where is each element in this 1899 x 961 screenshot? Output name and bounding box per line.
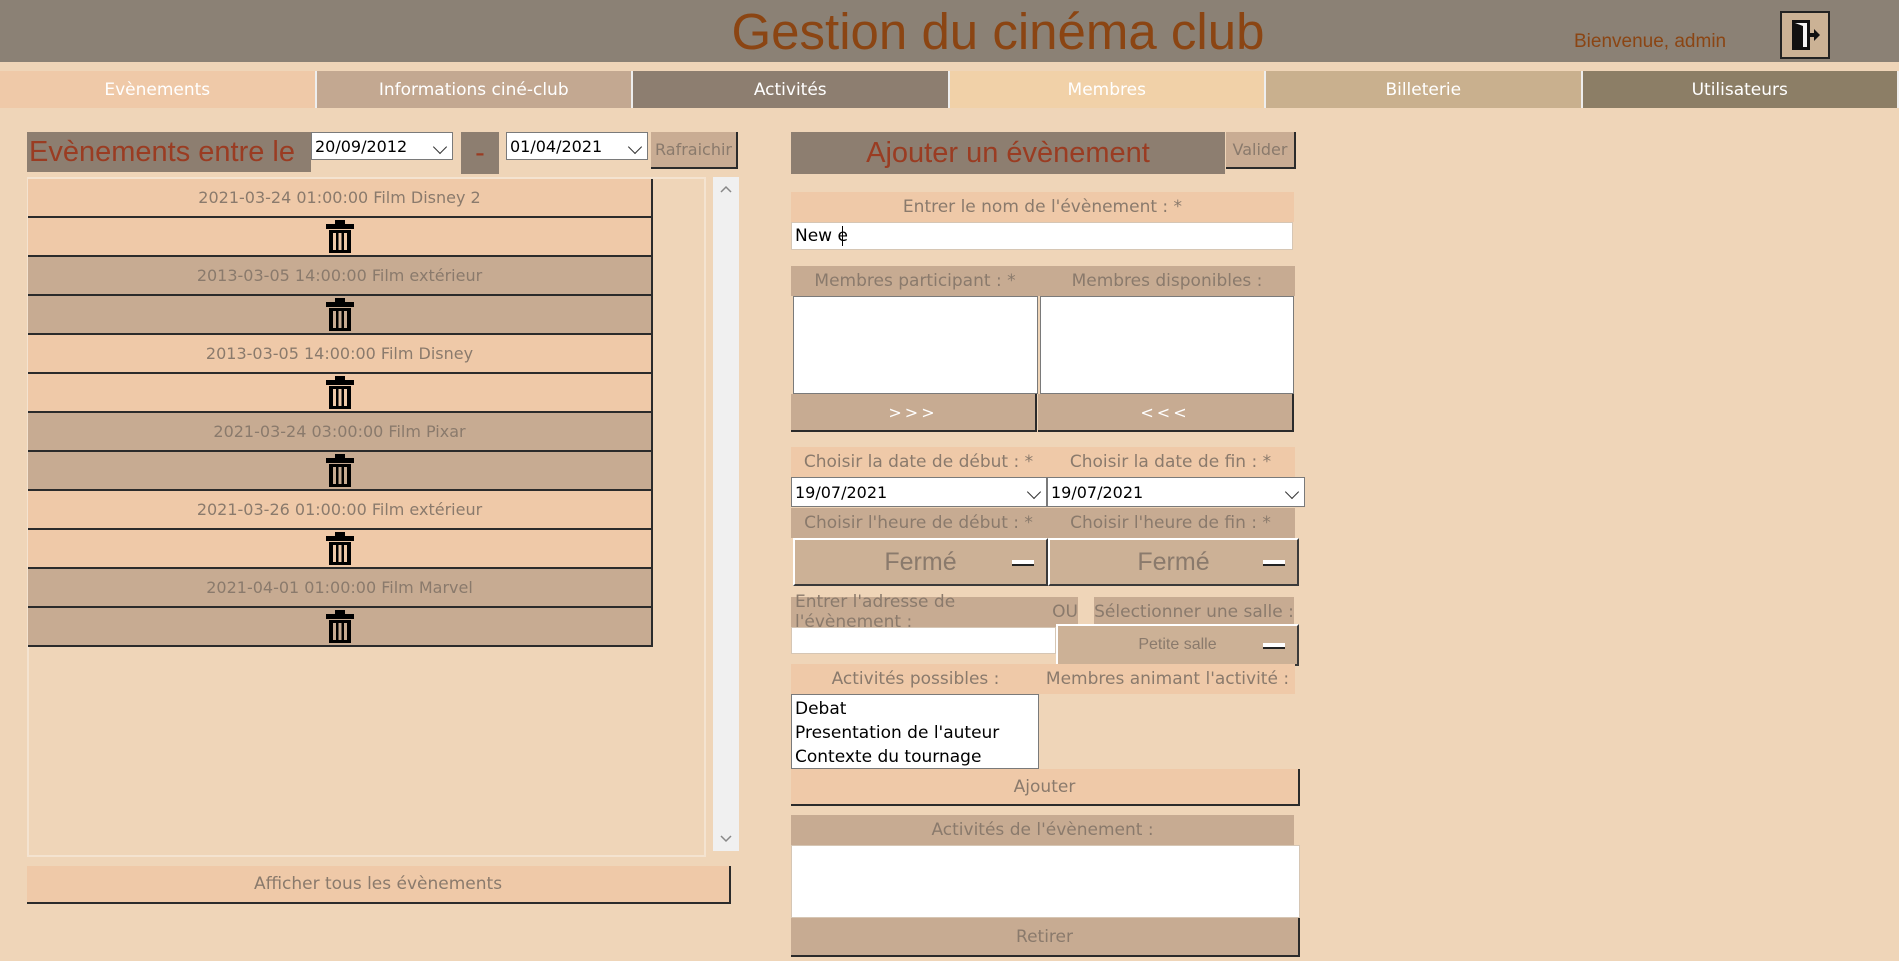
end-date-label: Choisir la date de fin : * <box>1046 447 1295 477</box>
delete-event-button[interactable] <box>28 374 653 413</box>
exit-door-icon <box>1792 20 1820 50</box>
events-scrollbar[interactable] <box>713 177 739 851</box>
events-panel-title: Evènements entre le <box>27 132 311 172</box>
add-activity-button[interactable]: Ajouter <box>791 769 1300 806</box>
event-name-input[interactable]: New e <box>791 222 1293 250</box>
trash-icon <box>325 376 354 409</box>
event-label: 2021-03-24 03:00:00 Film Pixar <box>213 422 466 441</box>
event-row[interactable]: 2013-03-05 14:00:00 Film extérieur <box>28 257 653 296</box>
trash-icon <box>325 220 354 253</box>
event-label: 2013-03-05 14:00:00 Film Disney <box>205 344 474 363</box>
tab-evenements[interactable]: Evènements <box>0 71 317 108</box>
refresh-button[interactable]: Rafraichir <box>651 132 738 169</box>
room-label: Sélectionner une salle : <box>1094 597 1294 627</box>
trash-icon <box>325 454 354 487</box>
end-time-label: Choisir l'heure de fin : * <box>1046 508 1295 538</box>
welcome-text: Bienvenue, admin <box>1574 31 1727 52</box>
event-row[interactable]: 2021-03-24 01:00:00 Film Disney 2 <box>28 179 653 218</box>
tab-activites[interactable]: Activités <box>633 71 950 108</box>
start-time-select[interactable]: Fermé <box>793 538 1048 586</box>
add-event-title: Ajouter un évènement <box>791 132 1225 174</box>
events-end-date[interactable]: 01/04/2021 <box>506 132 648 160</box>
delete-event-button[interactable] <box>28 608 653 647</box>
end-time-select[interactable]: Fermé <box>1048 538 1299 586</box>
event-row[interactable]: 2013-03-05 14:00:00 Film Disney <box>28 335 653 374</box>
members-participating-label: Membres participant : * <box>791 266 1039 296</box>
trash-icon <box>325 532 354 565</box>
validate-button[interactable]: Valider <box>1226 132 1296 169</box>
start-time-label: Choisir l'heure de début : * <box>791 508 1046 538</box>
room-value: Petite salle <box>1138 636 1217 653</box>
remove-activity-button[interactable]: Retirer <box>791 918 1300 957</box>
members-available-list[interactable] <box>1040 296 1294 394</box>
events-end-date-value: 01/04/2021 <box>510 136 603 156</box>
address-label-text: Entrer l'adresse de l'évènement : <box>795 592 956 632</box>
list-item[interactable]: Contexte du tournage <box>795 745 1038 769</box>
event-row[interactable]: 2021-03-26 01:00:00 Film extérieur <box>28 491 653 530</box>
address-label: Entrer l'adresse de l'évènement : OU <box>791 592 1078 632</box>
move-right-button[interactable]: >>> <box>791 394 1037 432</box>
scroll-up-icon[interactable] <box>720 185 732 193</box>
event-label: 2021-03-24 01:00:00 Film Disney 2 <box>198 188 481 207</box>
events-start-date[interactable]: 20/09/2012 <box>311 132 453 160</box>
event-label: 2013-03-05 14:00:00 Film extérieur <box>196 266 483 285</box>
date-separator: - <box>461 132 499 174</box>
activities-possible-list[interactable]: Debat Presentation de l'auteur Contexte … <box>791 694 1039 769</box>
activity-hosts-label: Membres animant l'activité : <box>1040 664 1295 694</box>
tab-billeterie[interactable]: Billeterie <box>1266 71 1583 108</box>
event-name-value: New e <box>795 226 848 246</box>
end-time-value: Fermé <box>1137 547 1210 576</box>
members-available-label: Membres disponibles : <box>1039 266 1295 296</box>
start-date-label: Choisir la date de début : * <box>791 447 1046 477</box>
dropdown-bar-icon <box>1263 560 1285 566</box>
end-date-picker[interactable]: 19/07/2021 <box>1047 477 1305 507</box>
room-select[interactable]: Petite salle <box>1056 624 1299 666</box>
event-activities-list[interactable] <box>791 845 1300 918</box>
trash-icon <box>325 298 354 331</box>
event-row[interactable]: 2021-03-24 03:00:00 Film Pixar <box>28 413 653 452</box>
trash-icon <box>325 610 354 643</box>
scroll-down-icon[interactable] <box>720 835 732 843</box>
event-name-label: Entrer le nom de l'évènement : * <box>791 192 1294 222</box>
dropdown-bar-icon <box>1012 560 1034 566</box>
list-item[interactable]: Debat <box>795 697 1038 721</box>
delete-event-button[interactable] <box>28 530 653 569</box>
list-item[interactable]: Presentation de l'auteur <box>795 721 1038 745</box>
delete-event-button[interactable] <box>28 296 653 335</box>
delete-event-button[interactable] <box>28 218 653 257</box>
or-label: OU <box>1052 602 1078 622</box>
move-left-button[interactable]: <<< <box>1038 394 1294 432</box>
start-date-picker[interactable]: 19/07/2021 <box>791 477 1047 507</box>
address-input[interactable] <box>791 627 1056 654</box>
event-activities-label: Activités de l'évènement : <box>791 815 1294 845</box>
tab-informations[interactable]: Informations ciné-club <box>316 71 633 108</box>
end-date-value: 19/07/2021 <box>1051 482 1144 502</box>
main-nav: Evènements Informations ciné-club Activi… <box>0 71 1899 108</box>
text-cursor <box>841 226 843 246</box>
delete-event-button[interactable] <box>28 452 653 491</box>
chevron-down-icon <box>1026 484 1042 500</box>
activities-possible-label: Activités possibles : <box>791 664 1040 694</box>
event-row[interactable]: 2021-04-01 01:00:00 Film Marvel <box>28 569 653 608</box>
show-all-events-button[interactable]: Afficher tous les évènements <box>27 866 731 904</box>
chevron-down-icon <box>1284 484 1300 500</box>
events-start-date-value: 20/09/2012 <box>315 136 408 156</box>
start-date-value: 19/07/2021 <box>795 482 888 502</box>
event-label: 2021-03-26 01:00:00 Film extérieur <box>196 500 483 519</box>
logout-button[interactable] <box>1780 11 1830 59</box>
chevron-down-icon <box>627 139 643 155</box>
tab-utilisateurs[interactable]: Utilisateurs <box>1582 71 1899 108</box>
dropdown-bar-icon <box>1263 643 1285 649</box>
tab-membres[interactable]: Membres <box>949 71 1266 108</box>
start-time-value: Fermé <box>884 547 957 576</box>
members-participating-list[interactable] <box>793 296 1038 394</box>
event-label: 2021-04-01 01:00:00 Film Marvel <box>206 578 473 597</box>
chevron-down-icon <box>432 139 448 155</box>
